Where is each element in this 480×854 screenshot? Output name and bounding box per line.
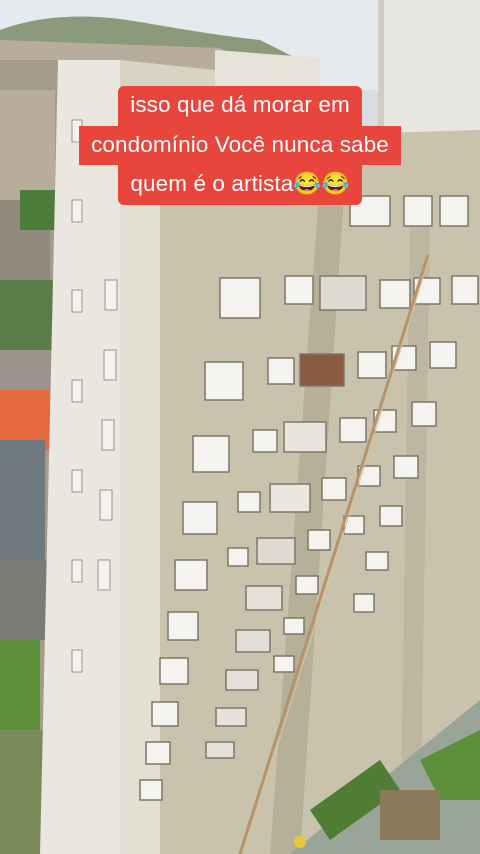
caption-overlay: isso que dá morar em condomínio Você nun…: [36, 86, 444, 205]
caption-line: quem é o artista😂😂: [118, 165, 362, 205]
caption-line: condomínio Você nunca sabe: [79, 125, 401, 165]
caption-line: isso que dá morar em: [118, 86, 362, 126]
